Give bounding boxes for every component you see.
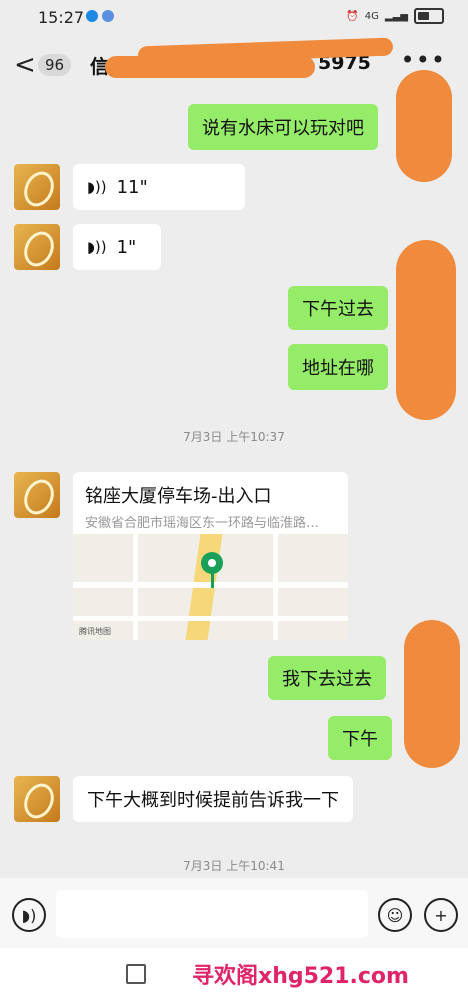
avatar[interactable] (14, 776, 60, 822)
message-bubble-sent[interactable]: 我下去过去 (268, 656, 386, 700)
voice-icon: ◗)) (87, 178, 107, 196)
alarm-icon: ⏰ (346, 10, 359, 22)
app-notification-icon (86, 10, 98, 22)
message-text: 我下去过去 (282, 669, 372, 690)
location-title: 铭座大厦停车场-出入口 (85, 486, 272, 507)
message-text: 下午 (342, 729, 378, 750)
redaction-scribble (404, 620, 460, 768)
message-text: 地址在哪 (302, 358, 374, 379)
message-text: 说有水床可以玩对吧 (202, 118, 364, 139)
message-bubble-sent[interactable]: 地址在哪 (288, 344, 388, 390)
message-bubble-received[interactable]: 下午大概到时候提前告诉我一下 (73, 776, 353, 822)
message-text: 下午过去 (302, 299, 374, 320)
network-label: 4G (364, 10, 379, 22)
voice-duration: 1" (116, 236, 137, 258)
redaction-scribble (105, 56, 315, 78)
voice-message-bubble[interactable]: ◗)) 1" (73, 224, 161, 270)
navigation-bar: 寻欢阁xhg521.com (0, 948, 468, 1000)
map-brand: 腾讯地图 (79, 627, 111, 636)
location-card[interactable]: 铭座大厦停车场-出入口 安徽省合肥市瑶海区东一环路与临淮路… 腾讯地图 (73, 472, 348, 640)
unread-badge[interactable]: 96 (38, 54, 72, 76)
message-input[interactable] (56, 890, 368, 938)
map-preview[interactable]: 腾讯地图 (73, 534, 348, 640)
timestamp: 7月3日 上午10:37 (183, 430, 285, 444)
redaction-scribble (396, 240, 456, 420)
voice-icon: ◗)) (87, 238, 107, 256)
plus-icon[interactable]: + (424, 898, 458, 932)
avatar[interactable] (14, 164, 60, 210)
watermark: 寻欢阁xhg521.com (192, 964, 409, 989)
timestamp: 7月3日 上午10:41 (183, 859, 285, 873)
emoji-icon[interactable]: ☺ (378, 898, 412, 932)
recent-apps-icon[interactable] (126, 964, 146, 984)
redaction-scribble (396, 70, 452, 182)
battery-icon (414, 8, 444, 24)
signal-icon: ▂▃▅ (384, 10, 408, 22)
voice-icon[interactable]: ◗) (12, 898, 46, 932)
message-bubble-sent[interactable]: 下午 (328, 716, 392, 760)
location-address: 安徽省合肥市瑶海区东一环路与临淮路… (85, 516, 320, 531)
avatar[interactable] (14, 472, 60, 518)
voice-message-bubble[interactable]: ◗)) 11" (73, 164, 245, 210)
message-text: 下午大概到时候提前告诉我一下 (87, 790, 339, 811)
status-bar: 15:27 ⏰ 4G ▂▃▅ (0, 0, 468, 34)
message-bubble-sent[interactable]: 说有水床可以玩对吧 (188, 104, 378, 150)
status-time: 15:27 (38, 8, 85, 27)
app-notification-icon (102, 10, 114, 22)
input-bar: ◗) ☺ + (0, 878, 468, 948)
message-bubble-sent[interactable]: 下午过去 (288, 286, 388, 330)
chevron-left-icon[interactable]: < (14, 50, 36, 80)
map-pin-icon (201, 552, 223, 574)
voice-duration: 11" (116, 176, 148, 198)
avatar[interactable] (14, 224, 60, 270)
